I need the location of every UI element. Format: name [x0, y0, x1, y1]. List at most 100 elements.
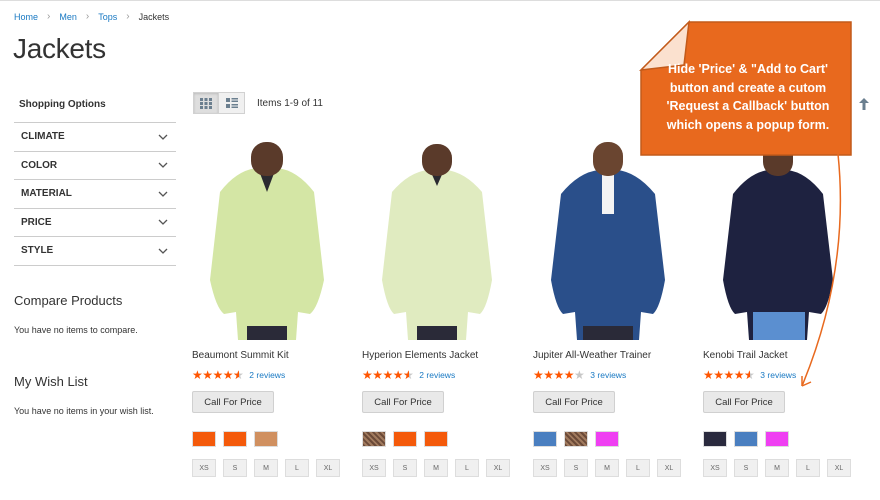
wishlist-empty-text: You have no items in your wish list.: [14, 406, 154, 416]
size-swatch[interactable]: S: [564, 459, 588, 477]
compare-products-title: Compare Products: [14, 293, 123, 308]
reviews-link[interactable]: 3 reviews: [590, 370, 626, 380]
breadcrumb-separator: ›: [126, 11, 130, 22]
product-item: Beaumont Summit Kit ★★★★★ ★ 2 reviews Cal…: [192, 130, 352, 477]
size-swatches: XS S M L XL: [362, 459, 517, 477]
jacket-body: [210, 168, 324, 340]
color-swatch[interactable]: [564, 431, 588, 447]
shopping-options-title: Shopping Options: [19, 99, 106, 110]
callout-line: 'Request a Callback' button: [666, 99, 830, 113]
call-for-price-button[interactable]: Call For Price: [362, 391, 444, 413]
toolbar-amount: Items 1-9 of 11: [257, 97, 323, 109]
filter-price[interactable]: PRICE: [14, 209, 176, 237]
color-swatch[interactable]: [393, 431, 417, 447]
call-for-price-button[interactable]: Call For Price: [533, 391, 615, 413]
product-name[interactable]: Kenobi Trail Jacket: [703, 350, 788, 361]
filter-label: STYLE: [21, 245, 54, 257]
reviews-link[interactable]: 2 reviews: [249, 370, 285, 380]
jacket-body: [382, 170, 492, 340]
breadcrumb-tops[interactable]: Tops: [98, 12, 117, 22]
callout-text: Hide 'Price' & "Add to Cart' button and …: [648, 60, 848, 134]
callout-line: which opens a popup form.: [666, 117, 830, 132]
size-swatch[interactable]: L: [626, 459, 650, 477]
product-item: Jupiter All-Weather Trainer ★★★★★ 3 revi…: [533, 130, 693, 477]
list-view-button[interactable]: [219, 92, 245, 114]
color-swatch[interactable]: [192, 431, 216, 447]
rating-stars: ★★★★★ ★: [362, 368, 414, 382]
color-swatches: [703, 431, 796, 447]
size-swatch[interactable]: S: [734, 459, 758, 477]
size-swatch[interactable]: L: [796, 459, 820, 477]
color-swatch[interactable]: [734, 431, 758, 447]
color-swatch[interactable]: [223, 431, 247, 447]
product-image[interactable]: [192, 130, 342, 340]
callout-line: button and create a cutom: [669, 80, 827, 95]
filter-climate[interactable]: CLIMATE: [14, 123, 176, 152]
color-swatches: [362, 431, 455, 447]
compare-empty-text: You have no items to compare.: [14, 325, 138, 335]
breadcrumb-men[interactable]: Men: [59, 12, 77, 22]
call-for-price-button[interactable]: Call For Price: [703, 391, 785, 413]
rating-stars: ★★★★★ ★: [192, 368, 244, 382]
size-swatch[interactable]: XL: [486, 459, 510, 477]
size-swatch[interactable]: S: [393, 459, 417, 477]
product-rating: ★★★★★ 3 reviews: [533, 368, 626, 382]
reviews-link[interactable]: 2 reviews: [419, 370, 455, 380]
filter-style[interactable]: STYLE: [14, 237, 176, 266]
size-swatch[interactable]: XL: [316, 459, 340, 477]
color-swatches: [192, 431, 285, 447]
color-swatch[interactable]: [533, 431, 557, 447]
color-swatch[interactable]: [424, 431, 448, 447]
sidebar: Shopping Options CLIMATE COLOR MATERIAL …: [14, 96, 176, 266]
filter-list: CLIMATE COLOR MATERIAL PRICE STYLE: [14, 122, 176, 266]
chevron-down-icon: [158, 162, 168, 169]
product-item: Hyperion Elements Jacket ★★★★★ ★ 2 review…: [362, 130, 522, 477]
arrow-up-icon[interactable]: [859, 98, 869, 110]
grid-view-button[interactable]: [193, 92, 219, 114]
toolbar: Items 1-9 of 11: [193, 92, 323, 114]
size-swatches: XS S M L XL: [533, 459, 688, 477]
color-swatch[interactable]: [254, 431, 278, 447]
rating-stars: ★★★★★ ★: [703, 368, 755, 382]
product-name[interactable]: Beaumont Summit Kit: [192, 350, 289, 361]
size-swatch[interactable]: S: [223, 459, 247, 477]
size-swatch[interactable]: XS: [362, 459, 386, 477]
product-name[interactable]: Hyperion Elements Jacket: [362, 350, 478, 361]
rating-stars: ★★★★★: [533, 368, 585, 382]
chevron-down-icon: [158, 219, 168, 226]
size-swatch[interactable]: M: [595, 459, 619, 477]
size-swatches: XS S M L XL: [192, 459, 347, 477]
grid-icon: [200, 97, 212, 109]
size-swatch[interactable]: XS: [703, 459, 727, 477]
product-image[interactable]: [362, 130, 512, 340]
size-swatch[interactable]: XL: [657, 459, 681, 477]
filter-color[interactable]: COLOR: [14, 152, 176, 180]
breadcrumb-separator: ›: [85, 11, 90, 22]
chevron-down-icon: [158, 134, 168, 140]
color-swatch[interactable]: [595, 431, 619, 447]
breadcrumb: Home › Men › Tops › Jackets: [14, 11, 169, 22]
breadcrumb-separator: ›: [47, 11, 51, 22]
filter-label: PRICE: [21, 216, 52, 228]
page-title: Jackets: [13, 33, 106, 64]
color-swatch[interactable]: [765, 431, 789, 447]
size-swatch[interactable]: M: [765, 459, 789, 477]
size-swatch[interactable]: XS: [533, 459, 557, 477]
product-name[interactable]: Jupiter All-Weather Trainer: [533, 350, 651, 361]
filter-label: MATERIAL: [21, 188, 72, 200]
size-swatch[interactable]: M: [254, 459, 278, 477]
size-swatch[interactable]: M: [424, 459, 448, 477]
breadcrumb-home[interactable]: Home: [14, 12, 38, 22]
color-swatch[interactable]: [362, 431, 386, 447]
callout-line: Hide 'Price' & "Add to Cart': [667, 62, 828, 76]
call-for-price-button[interactable]: Call For Price: [192, 391, 274, 413]
size-swatch[interactable]: L: [455, 459, 479, 477]
size-swatches: XS S M L XL: [703, 459, 858, 477]
color-swatch[interactable]: [703, 431, 727, 447]
product-image[interactable]: [533, 130, 683, 340]
filter-material[interactable]: MATERIAL: [14, 180, 176, 209]
size-swatch[interactable]: L: [285, 459, 309, 477]
size-swatch[interactable]: XS: [192, 459, 216, 477]
size-swatch[interactable]: XL: [827, 459, 851, 477]
chevron-down-icon: [158, 191, 168, 197]
